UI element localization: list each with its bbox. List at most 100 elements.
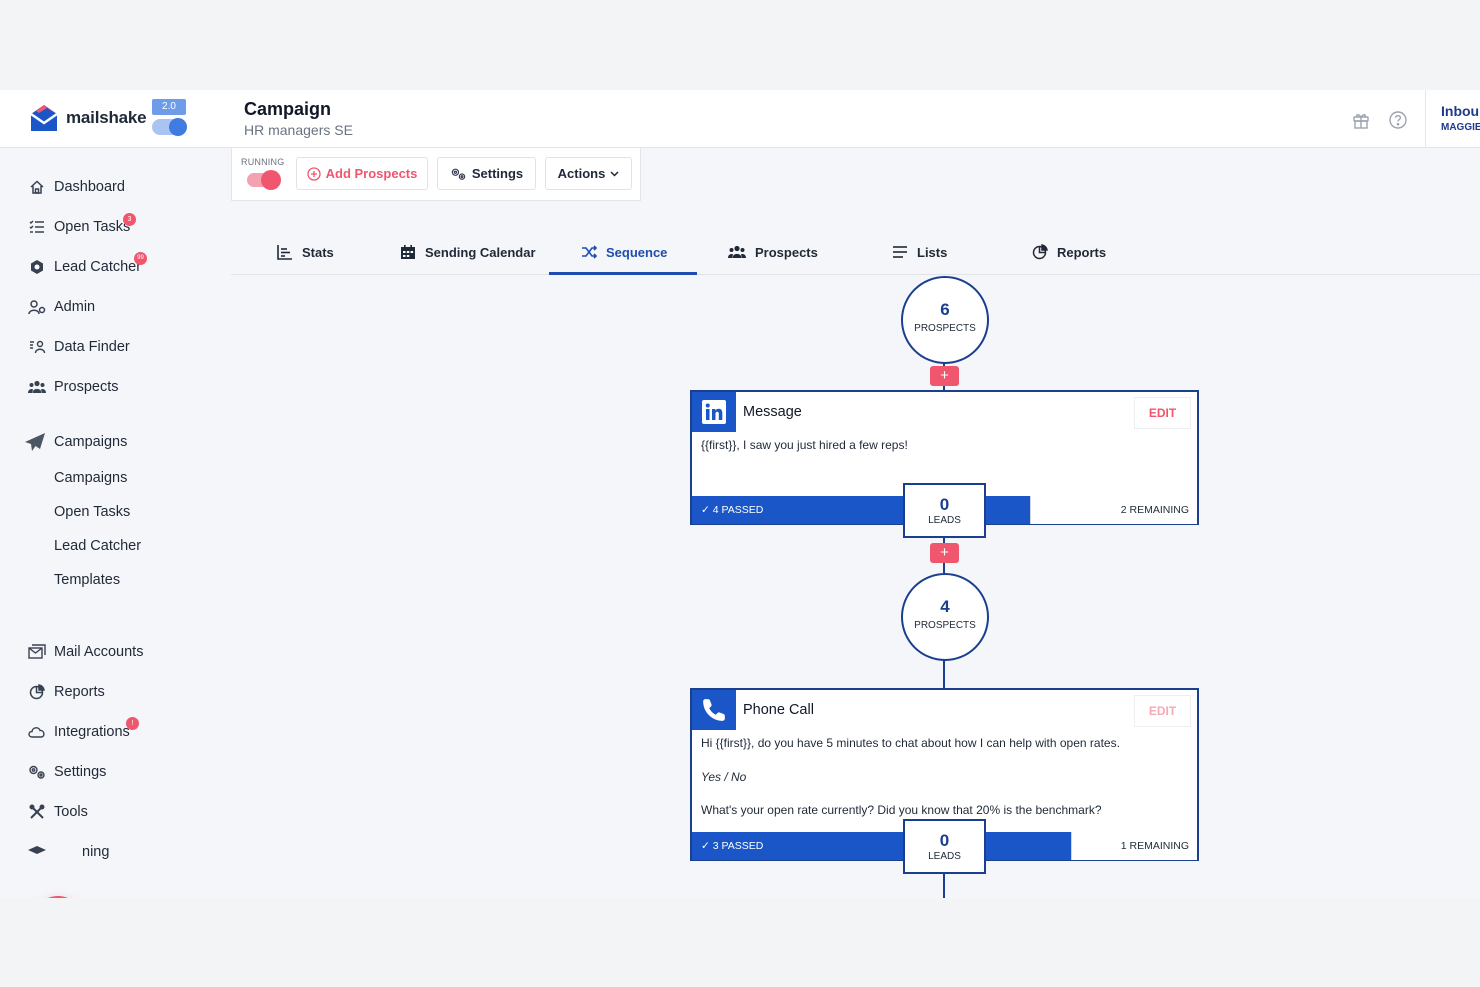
step-script-line: Hi {{first}}, do you have 5 minutes to c… bbox=[701, 736, 1120, 750]
prospects-label: PROSPECTS bbox=[914, 620, 976, 631]
calendar-icon bbox=[400, 244, 417, 261]
people-icon bbox=[28, 378, 46, 396]
passed-label: 4 PASSED bbox=[712, 504, 764, 516]
sidebar-item-label: Lead Catcher bbox=[54, 259, 142, 275]
task-list-icon bbox=[28, 218, 46, 236]
sidebar-item-open-tasks[interactable]: Open Tasks bbox=[28, 218, 130, 236]
gift-icon[interactable] bbox=[1351, 110, 1371, 130]
prospects-label: PROSPECTS bbox=[914, 323, 976, 334]
sidebar-item-campaigns[interactable]: Campaigns bbox=[24, 433, 127, 451]
step-script-line: What's your open rate currently? Did you… bbox=[701, 803, 1102, 817]
home-icon bbox=[28, 178, 46, 196]
tab-label: Prospects bbox=[755, 244, 818, 260]
passed-fill bbox=[985, 496, 1031, 524]
add-step-button[interactable]: + bbox=[930, 366, 959, 386]
actions-dropdown[interactable]: Actions bbox=[545, 157, 632, 190]
sequence-connector bbox=[943, 872, 945, 898]
step-message: {{first}}, I saw you just hired a few re… bbox=[701, 438, 908, 452]
sidebar-item-lead-catcher[interactable]: Lead Catcher bbox=[28, 258, 141, 276]
sidebar-item-training[interactable]: ning bbox=[28, 843, 109, 861]
edit-step-button[interactable]: EDIT bbox=[1134, 695, 1191, 727]
status-label: RUNNING bbox=[241, 157, 285, 167]
cloud-icon bbox=[28, 723, 46, 741]
tab-label: Sequence bbox=[606, 244, 668, 260]
sidebar-item-label: Data Finder bbox=[54, 339, 130, 355]
prospects-node[interactable]: 6 PROSPECTS bbox=[901, 276, 989, 364]
add-prospects-label: Add Prospects bbox=[325, 166, 418, 181]
sidebar-item-label: Integrations bbox=[54, 724, 130, 740]
sidebar-item-label: Admin bbox=[54, 299, 96, 315]
tab-sending-calendar[interactable]: Sending Calendar bbox=[400, 230, 536, 274]
plus-circle-icon bbox=[306, 166, 321, 181]
settings-button[interactable]: Settings bbox=[437, 157, 536, 190]
tab-label: Reports bbox=[1057, 244, 1107, 260]
lead-catcher-badge: 99 bbox=[134, 252, 147, 265]
account-user: MAGGIE bbox=[1441, 122, 1480, 133]
training-icon bbox=[28, 843, 46, 861]
brand-name: mailshake bbox=[66, 108, 147, 127]
sidebar-item-prospects[interactable]: Prospects bbox=[28, 378, 118, 396]
sidebar-subitem-lead-catcher[interactable]: Lead Catcher bbox=[54, 538, 141, 554]
tab-reports[interactable]: Reports bbox=[1032, 230, 1106, 274]
active-tab-indicator bbox=[549, 272, 697, 275]
check-icon: ✓ bbox=[701, 840, 713, 852]
sidebar-item-tools[interactable]: Tools bbox=[28, 803, 88, 821]
sidebar-subitem-templates[interactable]: Templates bbox=[54, 572, 120, 588]
sidebar-item-label: Reports bbox=[54, 684, 105, 700]
sidebar-item-label: Campaigns bbox=[54, 434, 128, 450]
sequence-connector bbox=[943, 658, 945, 688]
tab-lists[interactable]: Lists bbox=[892, 230, 947, 274]
remaining-count: 2 REMAINING bbox=[1030, 496, 1197, 524]
edit-step-button[interactable]: EDIT bbox=[1134, 397, 1191, 429]
running-toggle-knob[interactable] bbox=[261, 170, 281, 190]
step-title: Phone Call bbox=[743, 702, 814, 718]
tab-prospects[interactable]: Prospects bbox=[727, 230, 818, 274]
add-step-button[interactable]: + bbox=[930, 543, 959, 563]
sidebar-item-reports[interactable]: Reports bbox=[28, 683, 105, 701]
lead-catcher-icon bbox=[28, 258, 46, 276]
sidebar-item-mail-accounts[interactable]: Mail Accounts bbox=[28, 643, 143, 661]
shuffle-icon bbox=[581, 244, 598, 261]
mailshake-logo[interactable]: mailshake bbox=[28, 102, 147, 134]
sidebar-item-data-finder[interactable]: Data Finder bbox=[28, 338, 130, 356]
top-bar: mailshake 2.0 Campaign HR managers SE In… bbox=[0, 90, 1480, 148]
leads-label: LEADS bbox=[928, 851, 961, 862]
campaign-tabs: Stats Sending Calendar Sequence Prospect… bbox=[231, 230, 1480, 275]
tab-sequence[interactable]: Sequence bbox=[581, 230, 667, 274]
sidebar-subitem-campaigns[interactable]: Campaigns bbox=[54, 470, 127, 486]
sidebar-item-settings[interactable]: Settings bbox=[28, 763, 106, 781]
passed-count: ✓ 3 PASSED bbox=[692, 832, 1072, 860]
app-window: mailshake 2.0 Campaign HR managers SE In… bbox=[0, 90, 1480, 898]
tab-label: Stats bbox=[302, 244, 334, 260]
sidebar-item-admin[interactable]: Admin bbox=[28, 298, 95, 316]
version-toggle[interactable]: 2.0 bbox=[152, 99, 188, 137]
linkedin-icon bbox=[692, 392, 736, 432]
open-tasks-badge: 3 bbox=[123, 213, 136, 226]
prospects-node[interactable]: 4 PROSPECTS bbox=[901, 573, 989, 661]
sidebar-item-label: Prospects bbox=[54, 379, 119, 395]
leads-counter[interactable]: 0 LEADS bbox=[903, 819, 986, 874]
leads-count: 0 bbox=[939, 495, 950, 514]
create-fab-button[interactable]: + bbox=[32, 896, 84, 898]
sidebar-item-integrations[interactable]: Integrations bbox=[28, 723, 130, 741]
tab-stats[interactable]: Stats bbox=[277, 230, 334, 274]
version-toggle-knob bbox=[169, 118, 187, 136]
step-script-line: Yes / No bbox=[701, 770, 747, 784]
step-title: Message bbox=[743, 404, 802, 420]
sidebar-subitem-open-tasks[interactable]: Open Tasks bbox=[54, 504, 130, 520]
page-title: Campaign bbox=[244, 99, 332, 119]
leads-label: LEADS bbox=[928, 515, 961, 526]
sidebar-item-dashboard[interactable]: Dashboard bbox=[28, 178, 125, 196]
add-prospects-button[interactable]: Add Prospects bbox=[296, 157, 428, 190]
tools-icon bbox=[28, 803, 46, 821]
leads-count: 0 bbox=[939, 831, 950, 850]
sidebar-item-label: Open Tasks bbox=[54, 219, 131, 235]
account-name[interactable]: Inbound bbox=[1441, 103, 1480, 119]
leads-counter[interactable]: 0 LEADS bbox=[903, 483, 986, 538]
phone-icon bbox=[692, 690, 736, 730]
sidebar-item-label: ning bbox=[82, 844, 110, 860]
help-icon[interactable] bbox=[1388, 110, 1408, 130]
gears-icon bbox=[28, 763, 46, 781]
mail-accounts-icon bbox=[28, 643, 46, 661]
sidebar-item-label: Dashboard bbox=[54, 179, 125, 195]
